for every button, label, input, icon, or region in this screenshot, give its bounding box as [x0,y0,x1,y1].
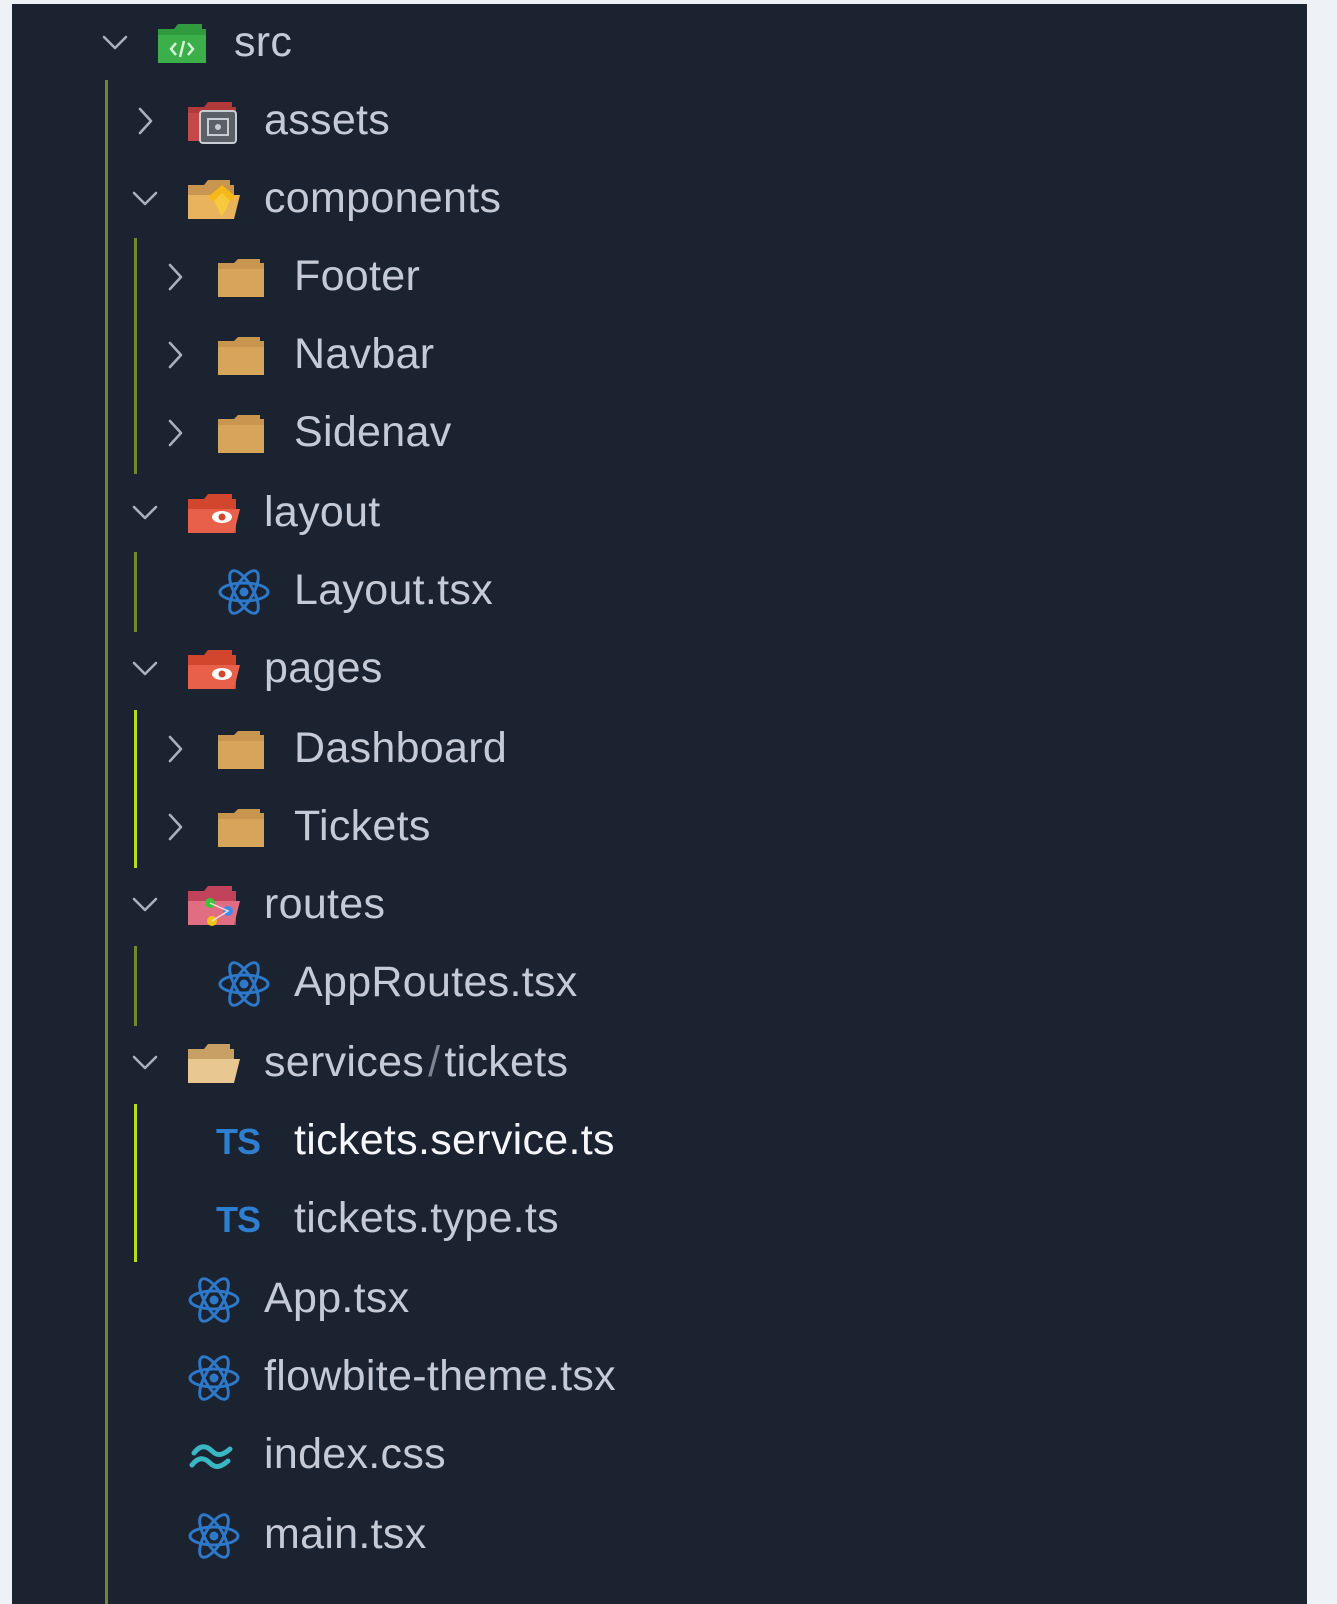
tree-row-tickets[interactable]: Tickets [12,786,1307,866]
react-icon [214,961,274,1007]
tree-label-pages: pages [264,644,383,692]
tree-row-index-css[interactable]: index.css [12,1414,1307,1494]
react-icon [214,569,274,615]
typescript-icon: TS [216,1121,261,1162]
tree-label-assets: assets [264,96,391,144]
folder-icon [214,255,274,301]
path-separator: / [428,1038,441,1086]
tree-row-layout[interactable]: layout [12,472,1307,552]
typescript-icon: TS [216,1199,261,1240]
tree-row-src[interactable]: src [12,4,1307,82]
chevron-right-icon[interactable] [158,260,192,294]
chevron-down-icon[interactable] [128,652,162,686]
tree-label-flowbite-theme-tsx: flowbite-theme.tsx [264,1352,616,1400]
tree-row-components[interactable]: components [12,158,1307,238]
tree-label-components: components [264,174,502,222]
tree-row-dashboard[interactable]: Dashboard [12,708,1307,788]
tree-label-navbar: Navbar [294,330,435,378]
chevron-down-icon[interactable] [128,496,162,530]
tree-row-services-tickets[interactable]: services/tickets [12,1022,1307,1102]
tree-label-services-tickets: services/tickets [264,1036,568,1088]
tree-label-main-tsx: main.tsx [264,1510,427,1558]
tree-label-tickets-type-ts: tickets.type.ts [294,1194,559,1242]
chevron-right-icon[interactable] [158,810,192,844]
tree-row-footer[interactable]: Footer [12,236,1307,316]
chevron-down-icon[interactable] [128,182,162,216]
tree-label-sidenav: Sidenav [294,408,452,456]
chevron-down-icon[interactable] [98,26,132,60]
tree-row-flowbite-theme-tsx[interactable]: flowbite-theme.tsx [12,1336,1307,1416]
tree-row-pages[interactable]: pages [12,628,1307,708]
tree-label-layout-tsx: Layout.tsx [294,566,493,614]
folder-icon [214,411,274,457]
folder-open-icon [188,1044,240,1083]
tree-label-tickets-subfolder: tickets [444,1038,569,1086]
tree-label-app-tsx: App.tsx [264,1274,410,1322]
chevron-right-icon[interactable] [158,416,192,450]
chevron-right-icon[interactable] [158,338,192,372]
tree-label-approutes-tsx: AppRoutes.tsx [294,958,578,1006]
tree-row-app-tsx[interactable]: App.tsx [12,1258,1307,1338]
tree-row-tickets-type-ts[interactable]: TS tickets.type.ts [12,1178,1307,1258]
folder-icon [214,333,274,379]
tree-row-main-tsx[interactable]: main.tsx [12,1494,1307,1574]
tree-label-dashboard: Dashboard [294,724,508,772]
file-explorer: src assets components Footer Navbar Side… [12,4,1307,1604]
folder-icon [214,805,274,851]
tree-row-layout-tsx[interactable]: Layout.tsx [12,550,1307,630]
folder-components-icon [188,180,240,219]
tree-row-assets[interactable]: assets [12,80,1307,160]
tree-label-footer: Footer [294,252,421,300]
chevron-right-icon[interactable] [128,104,162,138]
tree-label-services: services [264,1038,425,1086]
folder-pages-icon [188,650,240,689]
folder-layout-icon [188,494,240,533]
tree-row-tickets-service-ts[interactable]: TS tickets.service.ts [12,1100,1307,1180]
folder-src-icon [158,24,206,63]
folder-icon [214,727,274,773]
tree-label-tickets-service-ts: tickets.service.ts [294,1116,615,1164]
tree-label-index-css: index.css [264,1430,446,1478]
tree-label-tickets: Tickets [294,802,431,850]
tree-label-routes: routes [264,880,386,928]
tree-row-navbar[interactable]: Navbar [12,314,1307,394]
tailwind-icon [189,1444,233,1469]
react-icon [184,1355,244,1401]
chevron-right-icon[interactable] [158,732,192,766]
tree-row-routes[interactable]: routes [12,864,1307,944]
tree-label-layout: layout [264,488,381,536]
chevron-down-icon[interactable] [128,888,162,922]
tree-row-sidenav[interactable]: Sidenav [12,392,1307,472]
react-icon [184,1277,244,1323]
folder-assets-icon [188,102,237,144]
folder-routes-icon [188,886,240,926]
chevron-down-icon[interactable] [128,1046,162,1080]
react-icon [184,1513,244,1559]
tree-row-approutes-tsx[interactable]: AppRoutes.tsx [12,942,1307,1022]
tree-label-src: src [234,18,293,66]
